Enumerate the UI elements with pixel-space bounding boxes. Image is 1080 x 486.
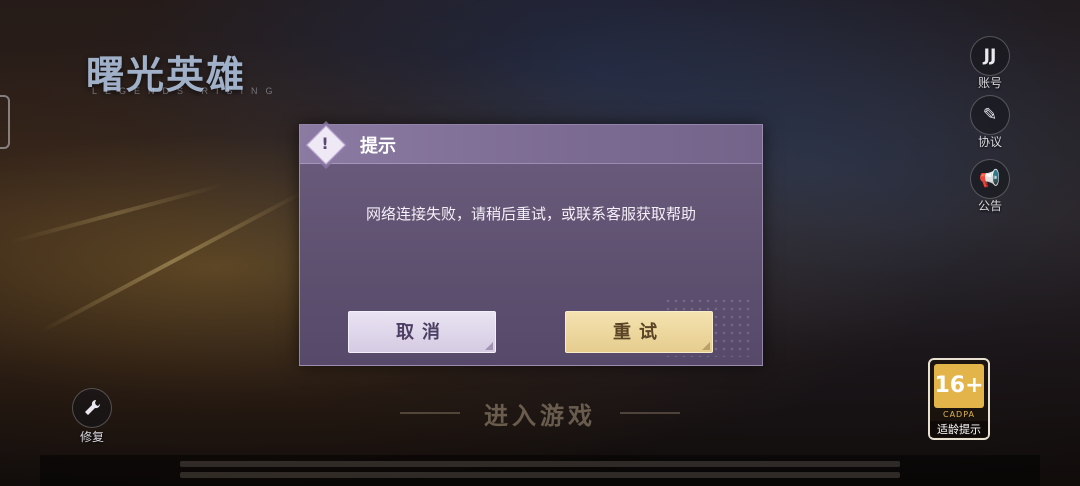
cancel-button-label: 取消: [396, 322, 448, 343]
left-edge-tab[interactable]: [0, 95, 10, 149]
network-error-dialog: ! 提示 网络连接失败，请稍后重试，或联系客服获取帮助 取消 重试: [299, 124, 763, 366]
agreement-button[interactable]: ✎ 协议: [968, 95, 1012, 150]
announcement-label: 公告: [977, 199, 1002, 213]
account-label: 账号: [977, 76, 1002, 90]
dialog-header: ! 提示: [300, 125, 762, 165]
account-button[interactable]: JJ 账号: [968, 36, 1012, 91]
cancel-button[interactable]: 取消: [348, 311, 496, 353]
announcement-button[interactable]: 📢 公告: [968, 159, 1012, 214]
repair-button[interactable]: 修复: [70, 388, 114, 445]
footer-text-line: [180, 472, 900, 478]
dialog-title: 提示: [360, 136, 396, 157]
agreement-label: 协议: [977, 135, 1002, 149]
footer-text-line: [180, 461, 900, 467]
announcement-icon: 📢: [970, 159, 1010, 199]
dialog-message: 网络连接失败，请稍后重试，或联系客服获取帮助: [365, 205, 696, 223]
retry-button-label: 重试: [613, 322, 665, 343]
age-rating-value: 16+: [934, 364, 984, 408]
retry-button[interactable]: 重试: [565, 311, 713, 353]
game-logo-subtitle: LEGENDS RISING: [92, 86, 281, 96]
repair-label: 修复: [79, 430, 104, 444]
enter-game-divider-right: [620, 412, 680, 414]
age-rating-tip: 适龄提示: [930, 421, 988, 437]
warning-icon: !: [321, 134, 329, 153]
agreement-icon: ✎: [970, 95, 1010, 135]
wrench-icon: [72, 388, 112, 428]
age-rating-org: CADPA: [942, 410, 975, 419]
footer-disclaimer: [40, 455, 1040, 486]
account-icon: JJ: [970, 36, 1010, 76]
button-corner-decoration: [485, 342, 493, 350]
button-corner-decoration: [702, 342, 710, 350]
age-rating-badge[interactable]: 16+ CADPA 适龄提示: [928, 358, 990, 440]
